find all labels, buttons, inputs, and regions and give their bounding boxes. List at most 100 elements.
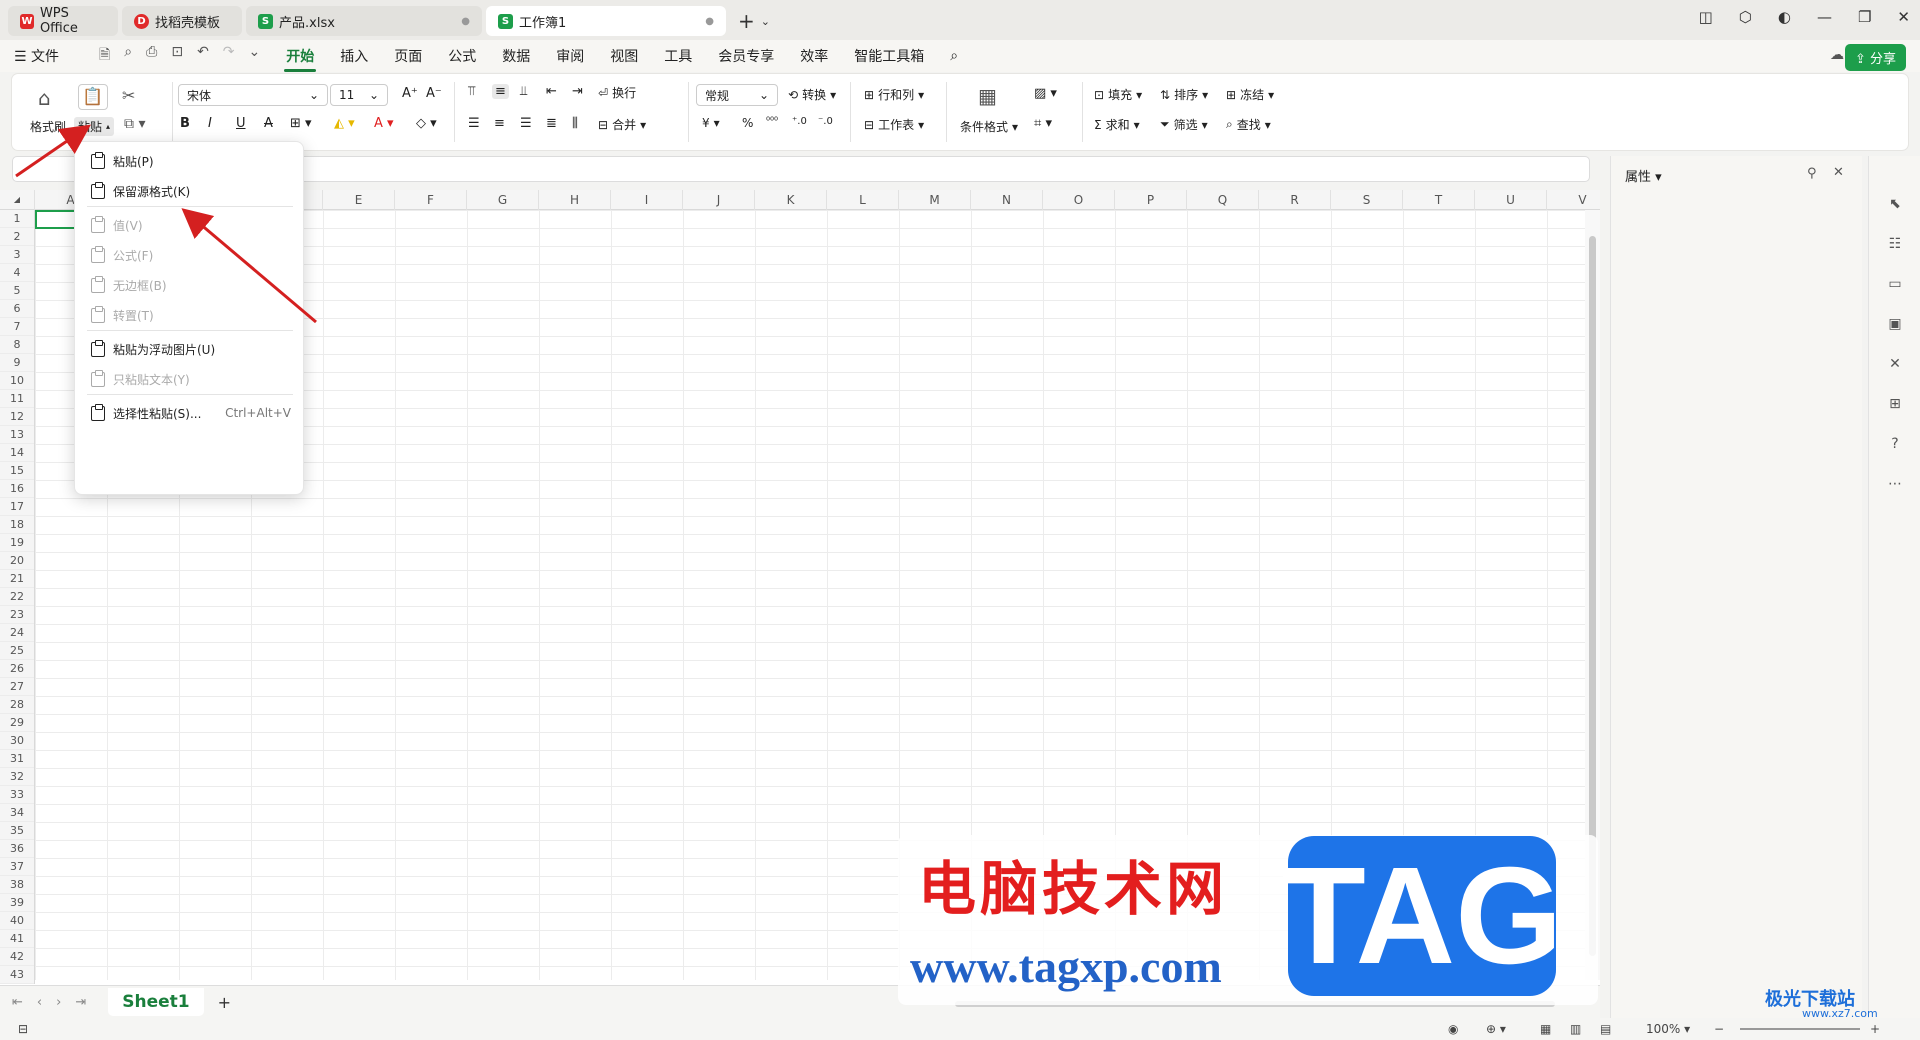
row-header[interactable]: 34 [0,804,34,822]
row-header[interactable]: 7 [0,318,34,336]
tab-workbook1[interactable]: S 工作簿1 ● [486,6,726,36]
menu-data[interactable]: 数据 [502,46,530,66]
column-header[interactable]: S [1331,190,1403,210]
border-icon[interactable]: ⊞ ▾ [290,116,312,131]
column-header[interactable]: J [683,190,755,210]
percent-button[interactable]: % [742,116,753,130]
last-sheet-icon[interactable]: ⇥ [75,995,86,1010]
merge-button[interactable]: ⊟ 合并 ▾ [598,116,646,133]
format-painter-button[interactable]: 格式刷 [30,118,66,135]
row-header[interactable]: 17 [0,498,34,516]
row-header[interactable]: 15 [0,462,34,480]
cell-style-icon[interactable]: ▨ ▾ [1034,86,1057,101]
cube-icon[interactable]: ⬡ [1739,8,1752,26]
row-header[interactable]: 22 [0,588,34,606]
distribute-icon[interactable]: ⫼ [572,116,578,131]
eye-icon[interactable]: ◉ [1448,1022,1458,1036]
row-header[interactable]: 32 [0,768,34,786]
indent-increase-icon[interactable]: ⇥ [572,84,583,99]
row-header[interactable]: 10 [0,372,34,390]
select-cursor-icon[interactable]: ⬉ [1885,196,1905,216]
convert-button[interactable]: ⟲ 转换 ▾ [788,86,836,103]
add-sheet-button[interactable]: + [218,993,231,1012]
page-layout-icon[interactable]: ▥ [1570,1022,1581,1036]
paste-icon[interactable]: 📋 [78,84,108,110]
row-header[interactable]: 39 [0,894,34,912]
thousands-icon[interactable]: ⁰⁰⁰ [766,116,778,127]
more-icon[interactable]: ⋯ [1885,476,1905,496]
row-header[interactable]: 1 [0,210,34,228]
row-header[interactable]: 36 [0,840,34,858]
row-header[interactable]: 24 [0,624,34,642]
wrap-button[interactable]: ⏎ 换行 [598,84,636,101]
column-header[interactable]: Q [1187,190,1259,210]
select-all-corner[interactable]: ◢ [0,190,35,210]
menu-view[interactable]: 视图 [610,46,638,66]
comment-icon[interactable]: ▭ [1885,276,1905,296]
row-header[interactable]: 2 [0,228,34,246]
pin-icon[interactable]: ⚲ [1807,166,1817,181]
paste-button[interactable]: 粘贴 ▴ [74,117,115,136]
indent-decrease-icon[interactable]: ⇤ [546,84,557,99]
layout-icon[interactable]: ◫ [1699,8,1713,26]
row-header[interactable]: 5 [0,282,34,300]
align-center-icon[interactable]: ≡ [494,116,505,131]
rowcol-button[interactable]: ⊞ 行和列 ▾ [864,86,924,103]
row-header[interactable]: 9 [0,354,34,372]
sliders-icon[interactable]: ☷ [1885,236,1905,256]
row-header[interactable]: 18 [0,516,34,534]
row-header[interactable]: 43 [0,966,34,984]
image-edit-icon[interactable]: ▣ [1885,316,1905,336]
zoom-in-icon[interactable]: + [1870,1022,1880,1036]
column-header[interactable]: E [323,190,395,210]
properties-title[interactable]: 属性 ▾ [1625,166,1662,185]
row-header[interactable]: 37 [0,858,34,876]
column-header[interactable]: M [899,190,971,210]
find-button[interactable]: ⌕ 查找 ▾ [1226,116,1271,133]
prev-sheet-icon[interactable]: ‹ [37,995,42,1010]
row-header[interactable]: 6 [0,300,34,318]
column-header[interactable]: H [539,190,611,210]
font-color-icon[interactable]: A ▾ [374,116,394,131]
paste-menu-item[interactable]: 保留源格式(K) [75,176,305,206]
align-top-icon[interactable]: ⫪ [468,84,475,99]
save-icon[interactable]: 🗎 [99,44,110,68]
new-tab-button[interactable]: + ⌄ [738,6,770,36]
share-button[interactable]: ⇪ 分享 [1844,44,1906,71]
tab-templates[interactable]: D 找稻壳模板 [122,6,242,36]
column-header[interactable]: F [395,190,467,210]
align-left-icon[interactable]: ☰ [468,116,480,131]
row-header[interactable]: 4 [0,264,34,282]
menu-member[interactable]: 会员专享 [718,46,774,66]
zoom-out-icon[interactable]: − [1714,1022,1724,1036]
menu-smart-tools[interactable]: 智能工具箱 [854,46,924,66]
paste-menu-item[interactable]: 粘贴为浮动图片(U) [75,334,305,364]
zoom-slider[interactable] [1740,1028,1860,1030]
cut-icon[interactable]: ✂ [122,86,135,105]
row-header[interactable]: 40 [0,912,34,930]
zoom-level[interactable]: 100% ▾ [1646,1022,1690,1036]
sum-button[interactable]: Σ 求和 ▾ [1094,116,1140,133]
redo-icon[interactable]: ↷ [223,44,235,68]
bold-icon[interactable]: B [180,116,190,131]
menu-efficiency[interactable]: 效率 [800,46,828,66]
row-header[interactable]: 20 [0,552,34,570]
row-header[interactable]: 28 [0,696,34,714]
next-sheet-icon[interactable]: › [56,995,61,1010]
macro-icon[interactable]: ⊟ [18,1022,28,1036]
first-sheet-icon[interactable]: ⇤ [12,995,23,1010]
cell-border-icon[interactable]: ⌗ ▾ [1034,116,1052,131]
row-header[interactable]: 30 [0,732,34,750]
row-header[interactable]: 23 [0,606,34,624]
row-header[interactable]: 41 [0,930,34,948]
paste-menu-item[interactable]: 粘贴(P) [75,146,305,176]
minimize-button[interactable]: — [1817,8,1832,26]
conditional-format-button[interactable]: 条件格式 ▾ [960,118,1018,135]
copy-icon[interactable]: ⧉ ▾ [124,116,145,132]
align-middle-icon[interactable]: ≡ [492,84,509,99]
column-header[interactable]: N [971,190,1043,210]
tab-product-xlsx[interactable]: S 产品.xlsx ● [246,6,482,36]
row-header[interactable]: 35 [0,822,34,840]
print-icon[interactable]: ⎙ [146,44,157,68]
row-header[interactable]: 26 [0,660,34,678]
